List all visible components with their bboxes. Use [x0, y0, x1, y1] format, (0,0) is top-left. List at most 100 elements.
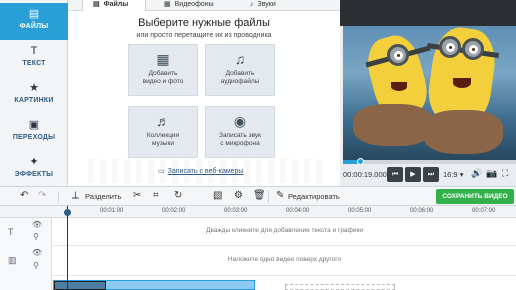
rotate-icon[interactable]: ↻ [174, 190, 182, 202]
card-label: Коллекция музыки [146, 132, 180, 147]
record-microphone-button[interactable]: ◉ Записать звук с микрофона [205, 106, 275, 158]
video-frame-detail [423, 110, 503, 154]
image-icon[interactable]: ▧ [213, 190, 222, 202]
sidebar-item-label: ТЕКСТ [22, 60, 46, 67]
video-backgrounds-icon: ▦ [164, 1, 171, 8]
time-tick: 00:05:00 [348, 208, 372, 214]
edit-icon[interactable]: ✎ [276, 190, 284, 202]
tab-video-backgrounds[interactable]: ▦ Видеофоны [164, 0, 244, 11]
film-icon: ▦ [156, 51, 170, 67]
clip-thumbnail [54, 281, 106, 290]
sidebar-item-pictures[interactable]: ★ КАРТИНКИ [0, 77, 68, 114]
add-video-photo-button[interactable]: ▦ Добавить видео и фото [128, 44, 198, 96]
page-subtitle: или просто перетащите их из проводника [136, 32, 272, 39]
sidebar-item-files[interactable]: ▤ ФАЙЛЫ [0, 3, 68, 40]
webcam-label: Записать с веб-камеры [167, 168, 244, 175]
play-button[interactable]: ▶ [405, 167, 421, 182]
card-label: Записать звук с микрофона [219, 132, 261, 147]
transitions-icon: ▣ [28, 119, 40, 131]
prev-frame-button[interactable]: ⏮ [387, 167, 403, 182]
tab-label: Файлы [103, 1, 129, 8]
split-button[interactable]: Разделить [85, 192, 121, 201]
time-tick: 00:07:00 [472, 208, 496, 214]
tab-sounds[interactable]: ♪ Звуки [250, 0, 310, 11]
video-frame-detail [391, 82, 407, 91]
fullscreen-icon[interactable]: ⛶ [502, 168, 508, 179]
volume-icon[interactable]: 🔊 [471, 168, 482, 179]
link-icon[interactable]: ⚲ [33, 232, 39, 241]
overlay-track[interactable]: Наложите одно видео поверх другого [53, 246, 516, 276]
video-frame-detail [462, 38, 484, 60]
record-webcam-link[interactable]: ▭ Записать с веб-камеры [158, 167, 243, 175]
edit-toolbar: ↶ ↷ ⟂ Разделить ✂ ⌗ ↻ ▧ ⚙ 🗑 ✎ Редактиров… [0, 186, 516, 206]
sidebar-item-label: ПЕРЕХОДЫ [12, 134, 56, 141]
text-track-hint: Дважды кликните для добавления текста и … [205, 227, 363, 234]
card-label: Добавить аудиофайлы [220, 70, 260, 85]
drop-zone[interactable] [285, 284, 395, 290]
properties-icon[interactable]: ⚙ [234, 190, 243, 202]
music-notes-icon: ♬ [156, 113, 170, 129]
chevron-down-icon: ▾ [459, 170, 464, 179]
playhead-handle[interactable] [64, 209, 71, 216]
play-icon: ▶ [410, 171, 416, 178]
next-frame-button[interactable]: ⏭ [423, 167, 439, 182]
current-time: 00:00:19.000 [343, 170, 387, 179]
audio-file-icon: ♫ [234, 51, 246, 67]
time-tick: 00:04:00 [286, 208, 310, 214]
star-icon: ★ [29, 82, 39, 94]
text-track-icon: T [8, 227, 14, 237]
music-collection-button[interactable]: ♬ Коллекция музыки [128, 106, 198, 158]
preview-header [340, 0, 516, 26]
divider [58, 191, 59, 203]
microphone-icon: ◉ [233, 113, 247, 129]
delete-icon[interactable]: 🗑 [253, 190, 266, 202]
card-label: Добавить видео и фото [142, 70, 184, 85]
video-frame-detail [439, 36, 461, 58]
video-frame-detail [387, 44, 409, 66]
text-track[interactable]: Дважды кликните для добавления текста и … [53, 218, 516, 246]
time-tick: 00:06:00 [410, 208, 434, 214]
save-video-button[interactable]: СОХРАНИТЬ ВИДЕО [436, 189, 514, 204]
redo-icon[interactable]: ↷ [38, 190, 46, 202]
aspect-ratio-value: 16:9 [443, 170, 458, 179]
add-audio-button[interactable]: ♫ Добавить аудиофайлы [205, 44, 275, 96]
playhead-line[interactable] [67, 206, 68, 290]
page-title: Выберите нужные файлы [138, 17, 270, 29]
video-track-header [0, 276, 52, 290]
player-controls: 00:00:19.000 ⏮ ▶ ⏭ 16:9 ▾ 🔊 📷 ⛶ [340, 164, 516, 186]
time-tick: 00:01:00 [100, 208, 124, 214]
aspect-ratio-select[interactable]: 16:9 ▾ [443, 170, 463, 179]
files-icon: ▤ [28, 8, 40, 20]
sidebar-item-effects[interactable]: ✦ ЭФФЕКТЫ [0, 151, 68, 188]
divider [268, 191, 269, 203]
crop-icon[interactable]: ⌗ [153, 190, 159, 202]
timeline[interactable]: 00:01:00 00:02:00 00:03:00 00:04:00 00:0… [0, 206, 516, 290]
time-tick: 00:03:00 [224, 208, 248, 214]
video-preview[interactable] [343, 26, 516, 160]
webcam-icon: ▭ [158, 168, 165, 175]
sounds-icon: ♪ [250, 1, 254, 8]
cut-icon[interactable]: ✂ [133, 190, 141, 202]
split-icon[interactable]: ⟂ [72, 190, 79, 202]
sidebar: ▤ ФАЙЛЫ T ТЕКСТ ★ КАРТИНКИ ▣ ПЕРЕХОДЫ ✦ … [0, 0, 68, 186]
undo-icon[interactable]: ↶ [20, 190, 28, 202]
sidebar-item-transitions[interactable]: ▣ ПЕРЕХОДЫ [0, 114, 68, 151]
tab-label: Звуки [257, 1, 276, 8]
tab-files[interactable]: ▤ Файлы [82, 0, 146, 11]
link-icon[interactable]: ⚲ [33, 261, 39, 270]
video-frame-detail [453, 78, 471, 88]
sidebar-item-label: ФАЙЛЫ [19, 23, 49, 30]
tab-bar: ▤ Файлы ▦ Видеофоны ♪ Звуки [68, 0, 340, 11]
effects-wand-icon: ✦ [29, 156, 39, 168]
overlay-track-hint: Наложите одно видео поверх другого [227, 256, 342, 263]
sidebar-item-text[interactable]: T ТЕКСТ [0, 40, 68, 77]
snapshot-icon[interactable]: 📷 [486, 168, 497, 179]
time-ruler[interactable]: 00:01:00 00:02:00 00:03:00 00:04:00 00:0… [0, 206, 516, 218]
files-tab-icon: ▤ [93, 1, 100, 8]
sidebar-item-label: КАРТИНКИ [14, 97, 54, 104]
skip-forward-icon: ⏭ [427, 171, 435, 178]
sidebar-item-label: ЭФФЕКТЫ [14, 171, 54, 178]
eye-icon[interactable]: 👁 [32, 220, 42, 229]
edit-button[interactable]: Редактировать [288, 192, 340, 201]
eye-icon[interactable]: 👁 [32, 248, 42, 257]
